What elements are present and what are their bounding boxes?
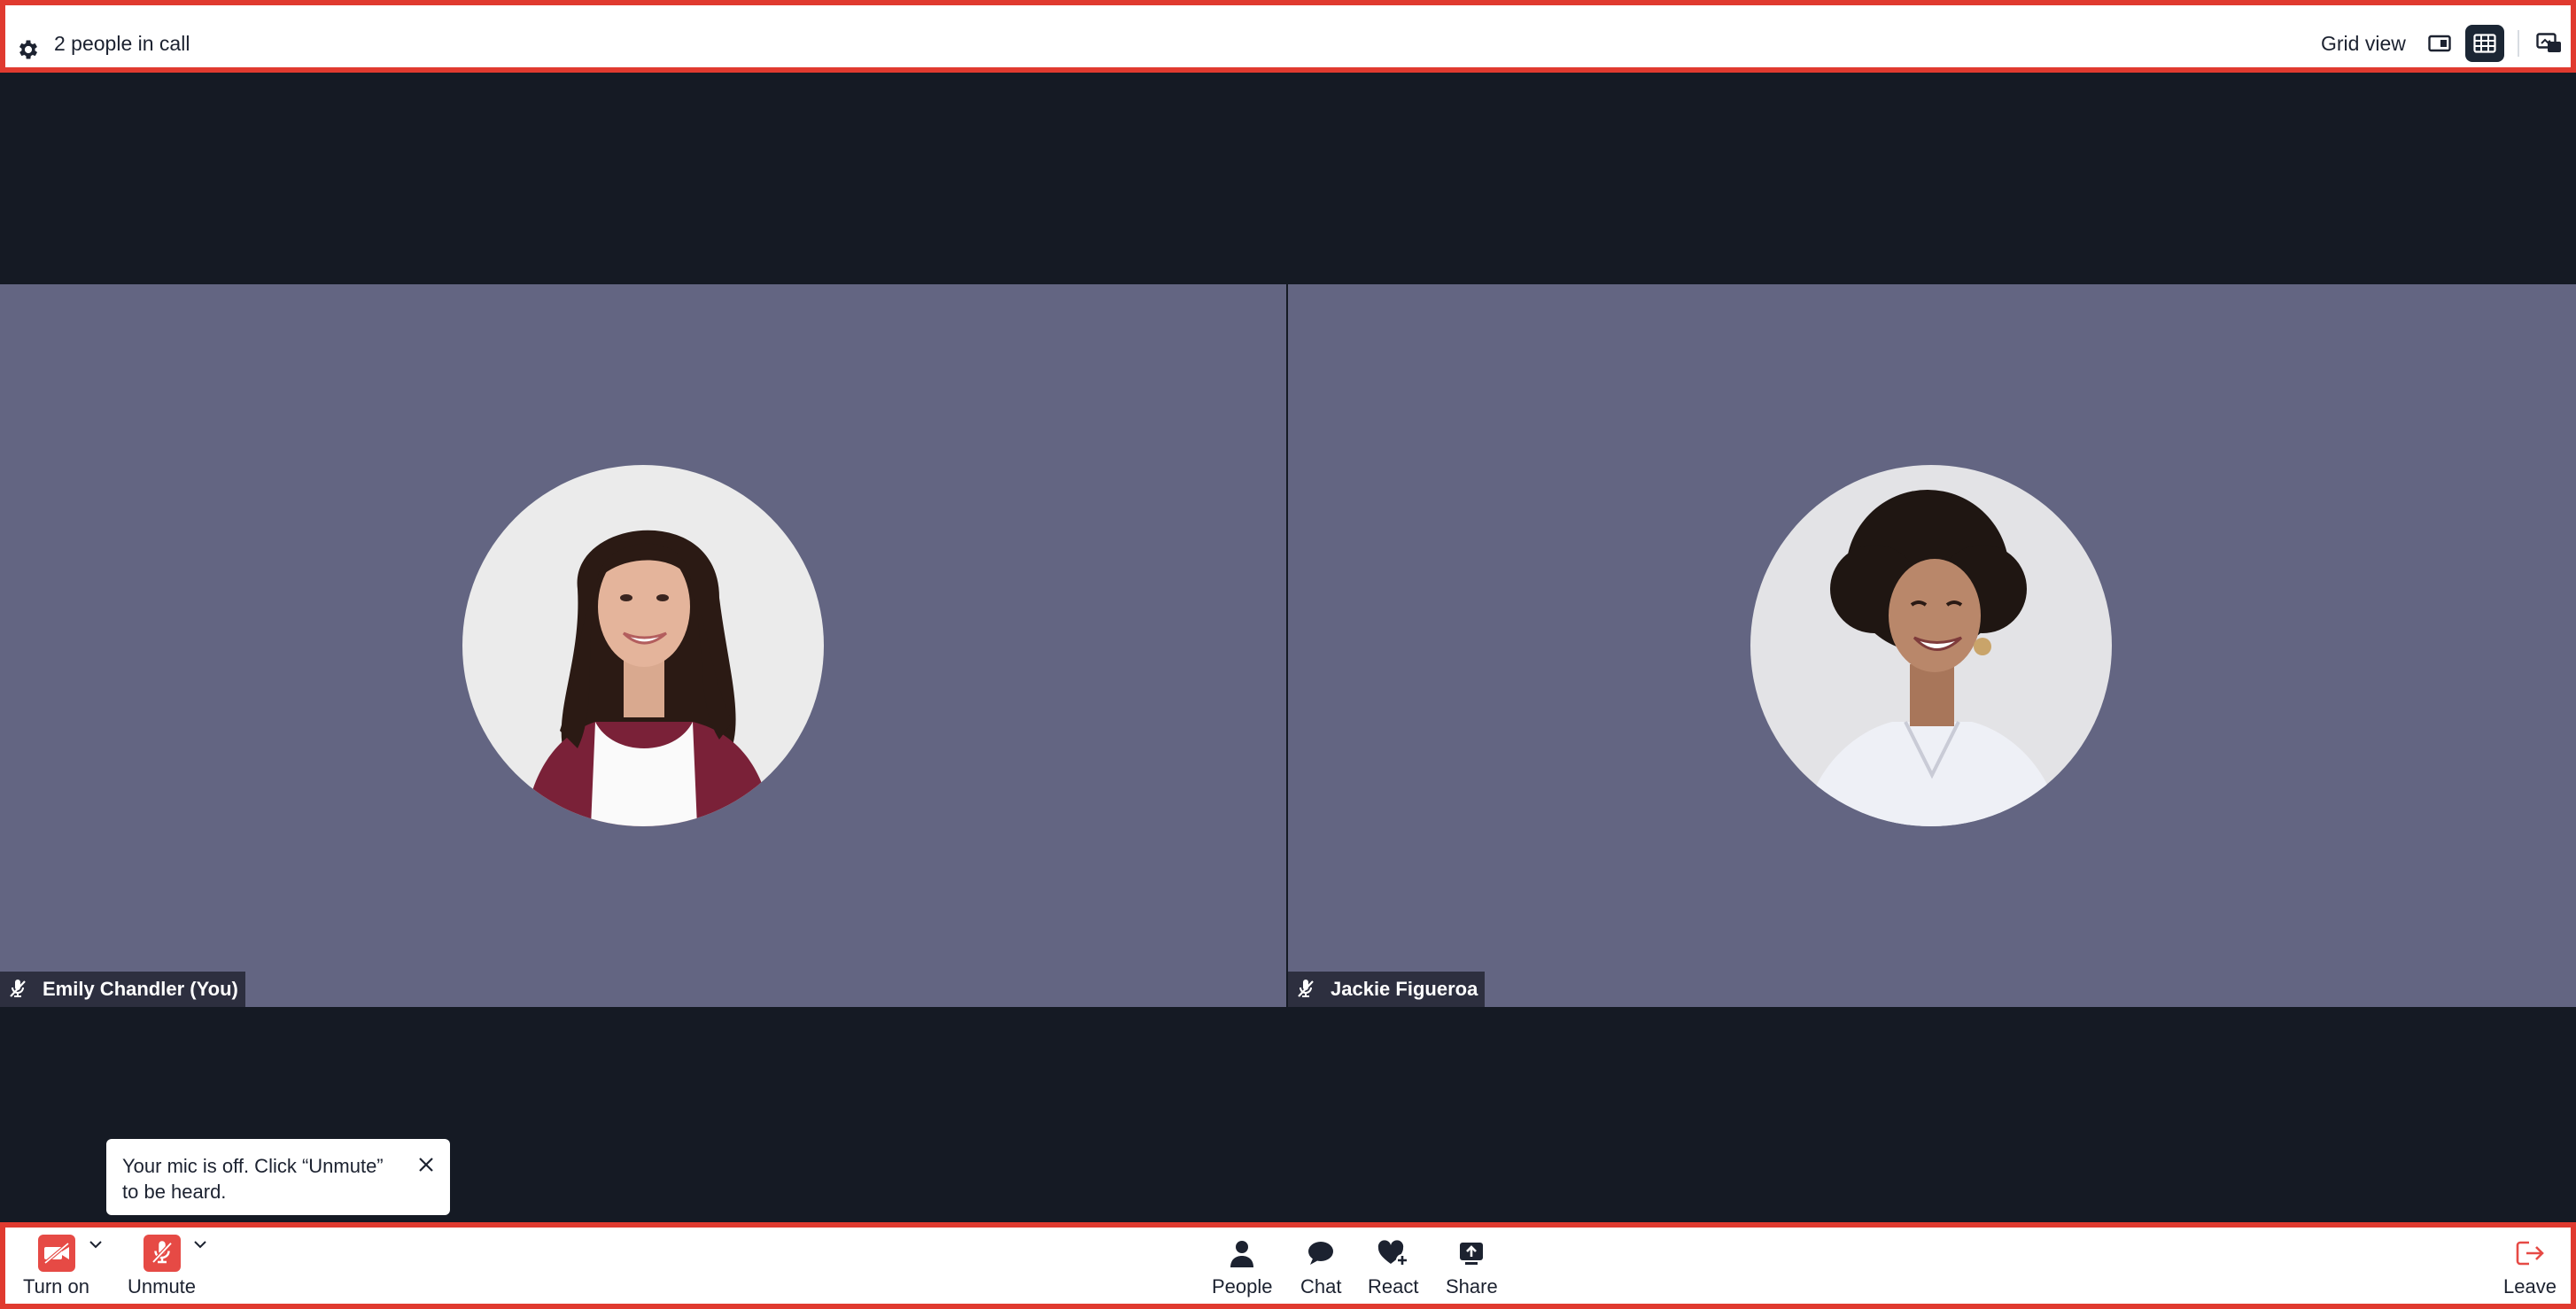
participant-name: Jackie Figueroa [1331,978,1478,1000]
share-label: Share [1446,1275,1498,1297]
participant-photo [1750,465,2112,826]
participant-name-tag: Emily Chandler (You) [0,972,245,1007]
mic-off-tooltip: Your mic is off. Click “Unmute” to be he… [106,1139,450,1215]
leave-label: Leave [2503,1275,2557,1297]
control-bar: Turn on Unmute People Chat React Share L… [0,1222,2576,1309]
people-label: People [1212,1275,1273,1297]
mic-off-icon [143,1235,181,1272]
view-mode-label: Grid view [2321,32,2406,55]
people-button[interactable]: People [1212,1235,1273,1298]
picture-in-picture-icon [2536,33,2561,52]
heart-plus-icon [1375,1235,1412,1272]
participant-tile[interactable]: Jackie Figueroa [1288,284,2576,1007]
chevron-down-icon[interactable] [193,1240,207,1249]
exit-icon [2511,1235,2549,1272]
participant-name: Emily Chandler (You) [43,978,238,1000]
avatar [1750,465,2112,826]
grid-view-icon [2473,34,2496,53]
video-stage: Emily Chandler (You) Jackie Figueroa [0,73,2576,1222]
react-button[interactable]: React [1368,1235,1418,1298]
top-bar: 2 people in call Grid view [0,0,2576,73]
avatar [462,465,824,826]
camera-button[interactable]: Turn on [23,1235,89,1298]
people-count: 2 people in call [54,32,190,55]
chat-bubble-icon [1302,1235,1339,1272]
participant-photo [462,465,824,826]
speaker-view-icon [2428,35,2451,52]
camera-off-icon [37,1235,75,1272]
mic-muted-icon [1298,980,1314,997]
participant-name-tag: Jackie Figueroa [1288,972,1486,1007]
mic-muted-icon [10,980,26,997]
person-icon [1223,1235,1261,1272]
share-screen-icon [1453,1235,1490,1272]
tooltip-text-line2: to be heard. [122,1181,227,1203]
close-icon[interactable] [416,1155,436,1174]
participant-tile-self[interactable]: Emily Chandler (You) [0,284,1286,1007]
chat-label: Chat [1300,1275,1342,1297]
share-button[interactable]: Share [1446,1235,1498,1298]
grid-view-button[interactable] [2465,25,2504,62]
toolbar-divider [2518,30,2519,57]
camera-label: Turn on [23,1275,90,1297]
unmute-button[interactable]: Unmute [128,1235,196,1298]
leave-button[interactable]: Leave [2503,1235,2557,1298]
mic-label: Unmute [128,1275,197,1297]
react-label: React [1368,1275,1419,1297]
chat-button[interactable]: Chat [1300,1235,1341,1298]
speaker-view-button[interactable] [2420,25,2459,62]
picture-in-picture-button[interactable] [2530,25,2569,62]
chevron-down-icon[interactable] [89,1240,103,1249]
gear-icon[interactable] [16,37,41,62]
tooltip-text-line1: Your mic is off. Click “Unmute” [122,1155,384,1177]
